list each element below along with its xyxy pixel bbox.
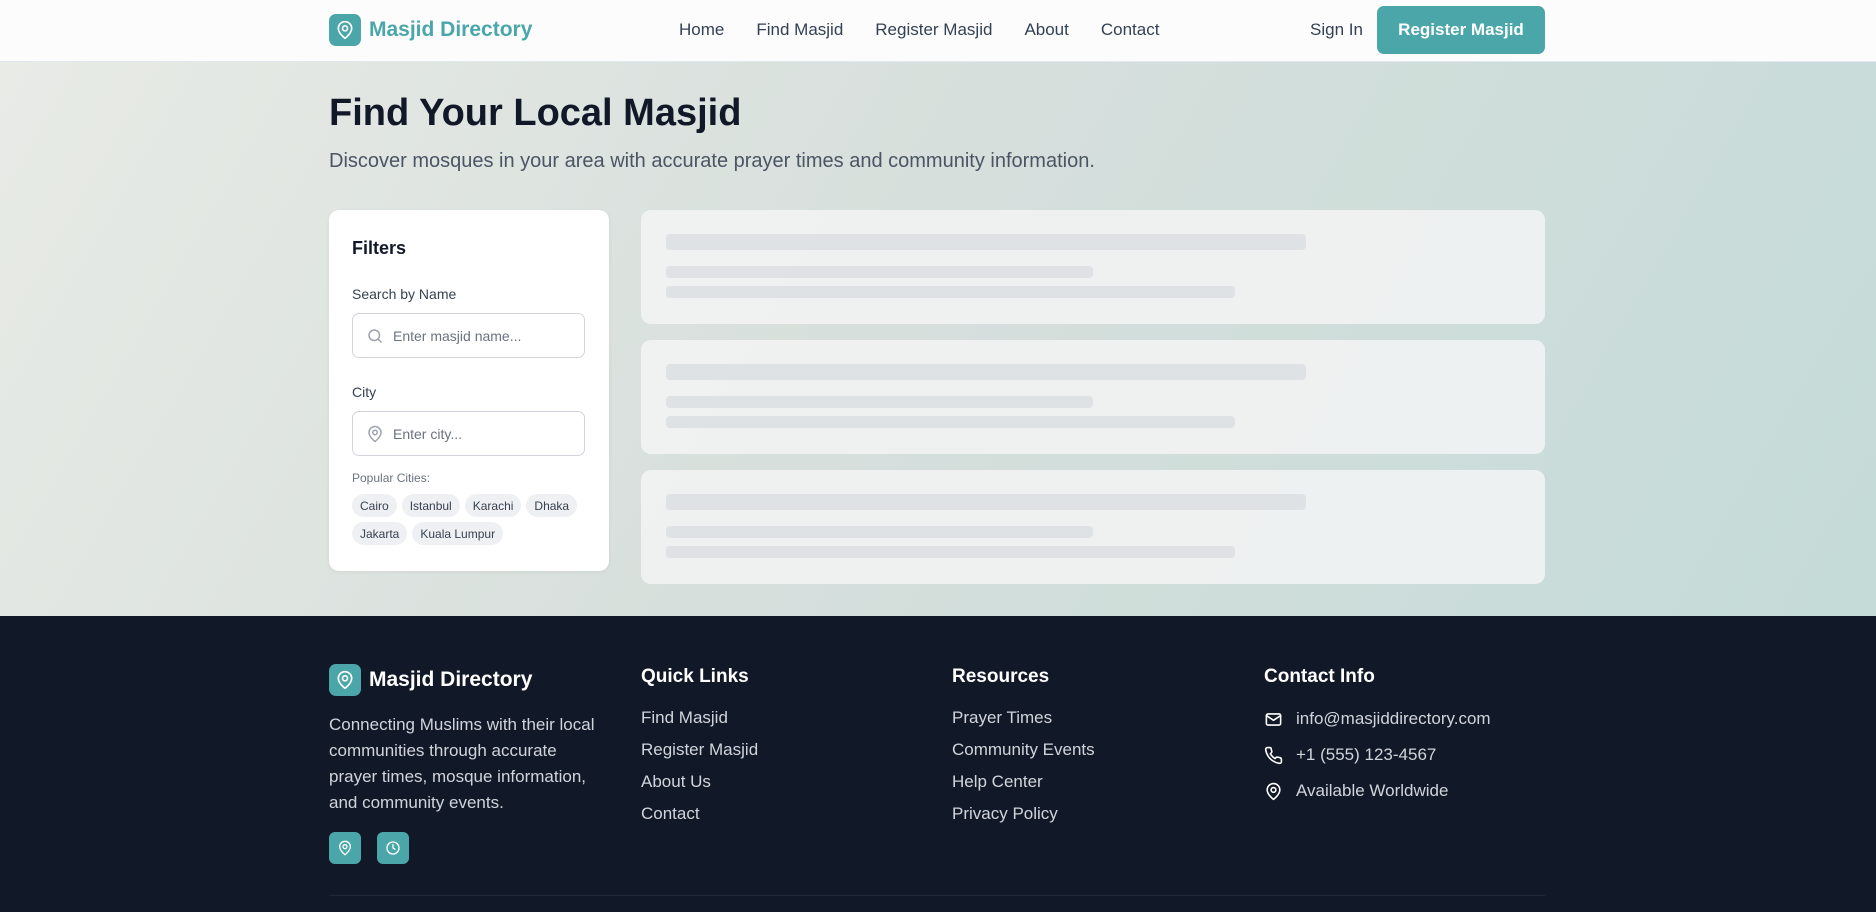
contact-title: Contact Info [1264, 666, 1375, 687]
brand-name: Masjid Directory [369, 18, 533, 41]
social-location-button[interactable] [329, 832, 361, 864]
footer-link-prayer-times[interactable]: Prayer Times [952, 708, 1095, 729]
skeleton-line [666, 416, 1235, 428]
skeleton-line [666, 494, 1306, 510]
footer-brand-name: Masjid Directory [369, 668, 533, 691]
footer-link-find-masjid[interactable]: Find Masjid [641, 708, 758, 729]
skeleton-line [666, 286, 1235, 298]
nav-home[interactable]: Home [679, 20, 724, 40]
contact-phone-text: +1 (555) 123-4567 [1296, 745, 1437, 764]
nav-find-masjid[interactable]: Find Masjid [756, 20, 843, 40]
footer-link-contact[interactable]: Contact [641, 804, 758, 825]
loading-card [641, 210, 1545, 324]
contact-email-text: info@masjiddirectory.com [1296, 709, 1491, 728]
clock-icon [386, 841, 400, 855]
skeleton-line [666, 546, 1235, 558]
map-pin-icon [1266, 782, 1281, 800]
city-chip-cairo[interactable]: Cairo [352, 494, 397, 517]
city-label: City [352, 384, 377, 400]
footer-link-community-events[interactable]: Community Events [952, 740, 1095, 761]
city-chip-dhaka[interactable]: Dhaka [526, 494, 578, 517]
mail-icon [1265, 712, 1282, 726]
filters-title: Filters [352, 238, 407, 258]
page-subtitle: Discover mosques in your area with accur… [329, 150, 1095, 172]
search-label: Search by Name [352, 286, 457, 302]
map-pin-icon [329, 14, 361, 46]
footer-divider [329, 895, 1545, 896]
site-footer: Masjid Directory Connecting Muslims with… [0, 616, 1876, 912]
nav-contact[interactable]: Contact [1101, 20, 1160, 40]
contact-location-text: Available Worldwide [1296, 781, 1449, 800]
skeleton-line [666, 526, 1093, 538]
main-nav: Home Find Masjid Register Masjid About C… [679, 20, 1191, 40]
contact-phone: +1 (555) 123-4567 [1264, 744, 1491, 766]
map-pin-icon [368, 425, 382, 443]
loading-card [641, 470, 1545, 584]
city-chip-karachi[interactable]: Karachi [464, 494, 522, 517]
search-icon [368, 329, 382, 343]
register-masjid-button[interactable]: Register Masjid [1377, 6, 1545, 54]
phone-icon [1264, 746, 1283, 764]
social-clock-button[interactable] [377, 832, 409, 864]
skeleton-line [666, 364, 1306, 380]
search-field [352, 313, 585, 358]
popular-cities-label: Popular Cities: [352, 471, 431, 485]
map-pin-icon [329, 664, 361, 696]
brand-link[interactable]: Masjid Directory [329, 14, 532, 46]
city-chip-kuala-lumpur[interactable]: Kuala Lumpur [412, 522, 504, 545]
contact-column: Contact Info info@masjiddirectory.com +1… [1264, 666, 1491, 816]
footer-link-about-us[interactable]: About Us [641, 772, 758, 793]
city-field [352, 411, 585, 456]
contact-location: Available Worldwide [1264, 780, 1491, 802]
hero-section: Find Your Local Masjid Discover mosques … [0, 62, 1876, 616]
footer-link-privacy-policy[interactable]: Privacy Policy [952, 804, 1095, 825]
city-input[interactable] [393, 412, 578, 455]
footer-brand: Masjid Directory [329, 664, 532, 696]
quick-links-title: Quick Links [641, 666, 749, 687]
page-title: Find Your Local Masjid [329, 92, 742, 134]
skeleton-line [666, 266, 1093, 278]
city-chip-jakarta[interactable]: Jakarta [352, 522, 408, 545]
popular-cities-list: Cairo Istanbul Karachi Dhaka Jakarta Kua… [352, 494, 592, 550]
skeleton-line [666, 396, 1093, 408]
nav-register-masjid[interactable]: Register Masjid [875, 20, 992, 40]
footer-link-help-center[interactable]: Help Center [952, 772, 1095, 793]
nav-about[interactable]: About [1024, 20, 1068, 40]
search-input[interactable] [393, 314, 578, 357]
contact-email: info@masjiddirectory.com [1264, 708, 1491, 730]
footer-link-register-masjid[interactable]: Register Masjid [641, 740, 758, 761]
resources-title: Resources [952, 666, 1050, 687]
site-header: Masjid Directory Home Find Masjid Regist… [0, 0, 1876, 62]
sign-in-link[interactable]: Sign In [1310, 20, 1363, 40]
footer-description: Connecting Muslims with their local comm… [329, 715, 595, 812]
loading-card [641, 340, 1545, 454]
filters-panel: Filters Search by Name City Popular Citi… [329, 210, 609, 571]
resources-column: Resources Prayer Times Community Events … [952, 666, 1095, 836]
skeleton-line [666, 234, 1306, 250]
map-pin-icon [339, 840, 351, 856]
quick-links-column: Quick Links Find Masjid Register Masjid … [641, 666, 758, 836]
city-chip-istanbul[interactable]: Istanbul [401, 494, 460, 517]
